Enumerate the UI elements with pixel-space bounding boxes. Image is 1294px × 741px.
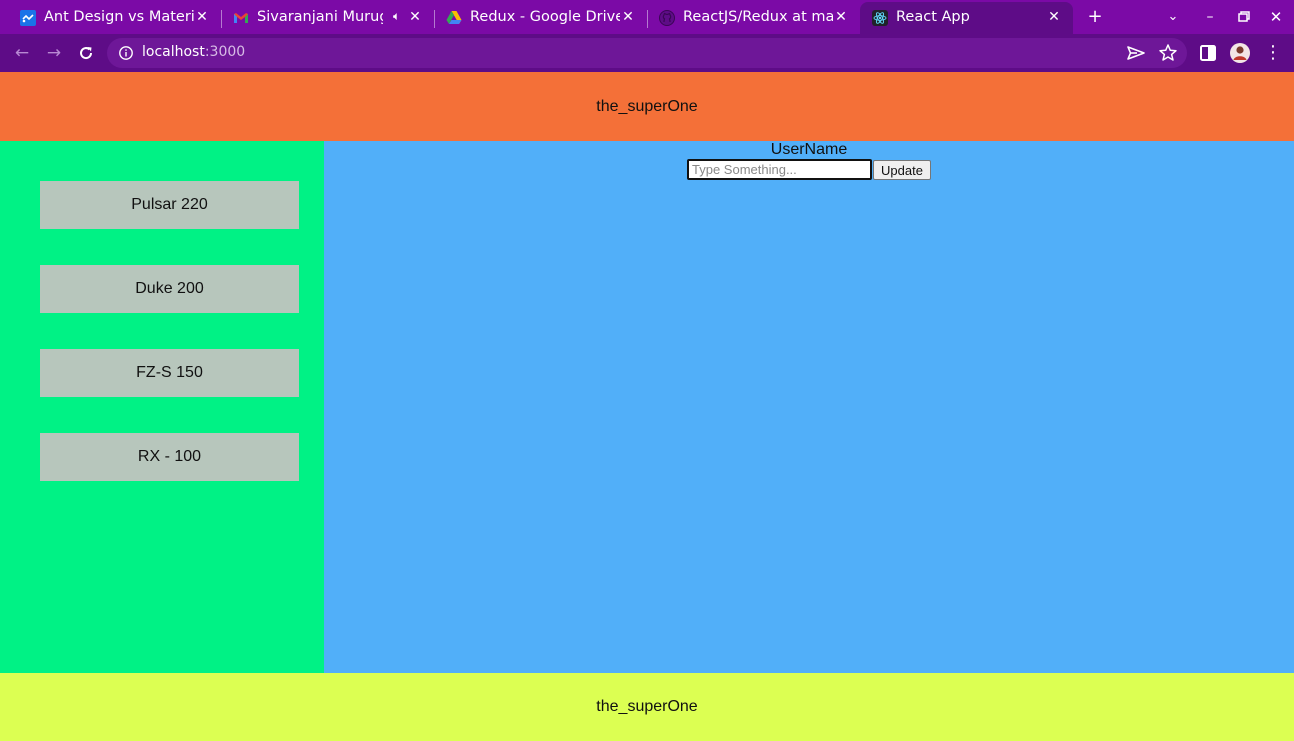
profile-avatar[interactable] xyxy=(1229,42,1251,64)
close-tab-icon[interactable]: ✕ xyxy=(406,8,424,26)
bookmark-star-icon[interactable] xyxy=(1157,42,1179,64)
url-port: :3000 xyxy=(204,44,246,60)
tabs-favicon xyxy=(20,10,36,26)
speaker-icon[interactable]: 🔈︎ xyxy=(393,9,400,24)
app-page: the_superOne Pulsar 220 Duke 200 FZ-S 15… xyxy=(0,72,1294,741)
close-tab-icon[interactable]: ✕ xyxy=(832,8,850,26)
sidebar-item-label: RX - 100 xyxy=(137,448,202,465)
tab-title: Redux - Google Drive xyxy=(470,9,620,25)
minimize-icon[interactable]: – xyxy=(1199,6,1221,28)
back-arrow-icon[interactable]: ← xyxy=(11,42,33,64)
username-label: UserName xyxy=(770,141,848,158)
tab-title: React App xyxy=(896,9,970,25)
reload-icon[interactable] xyxy=(75,42,97,64)
sidebar-item-rx-100[interactable]: RX - 100 xyxy=(40,433,299,481)
sidebar-item-duke-200[interactable]: Duke 200 xyxy=(40,265,299,313)
browser-tab-gmail[interactable]: Sivaranjani Murug 🔈︎ ✕ xyxy=(221,2,435,34)
sidebar-item-label: Duke 200 xyxy=(135,280,204,297)
send-icon[interactable] xyxy=(1125,42,1147,64)
update-button[interactable]: Update xyxy=(873,160,931,180)
app-footer: the_superOne xyxy=(0,673,1294,741)
browser-tab-google-drive[interactable]: Redux - Google Drive ✕ xyxy=(434,2,648,34)
tab-search-chevron-down-icon[interactable]: ⌄ xyxy=(1162,6,1184,28)
header-title: the_superOne xyxy=(596,97,698,115)
site-info-icon[interactable] xyxy=(118,45,134,61)
address-bar[interactable]: localhost:3000 xyxy=(107,38,1187,68)
close-tab-icon[interactable]: ✕ xyxy=(1045,8,1063,26)
browser-tab-react-app[interactable]: React App ✕ xyxy=(860,2,1073,34)
sidebar-item-label: Pulsar 220 xyxy=(131,196,208,213)
browser-tab-github[interactable]: ReactJS/Redux at mai ✕ xyxy=(647,2,860,34)
sidebar: Pulsar 220 Duke 200 FZ-S 150 RX - 100 xyxy=(0,141,324,673)
browser-tab-ant-design[interactable]: Ant Design vs Materia ✕ xyxy=(8,2,222,34)
sidebar-item-fz-s-150[interactable]: FZ-S 150 xyxy=(40,349,299,397)
github-favicon xyxy=(659,10,675,26)
url-text: localhost:3000 xyxy=(142,44,245,60)
side-panel-icon[interactable] xyxy=(1197,42,1219,64)
browser-tab-strip: Ant Design vs Materia ✕ Sivaranjani Muru… xyxy=(0,0,1294,34)
app-header: the_superOne xyxy=(0,72,1294,141)
google-drive-favicon xyxy=(446,11,462,24)
close-tab-icon[interactable]: ✕ xyxy=(619,8,637,26)
tab-title: Sivaranjani Murug xyxy=(257,9,383,25)
username-input[interactable] xyxy=(687,159,872,180)
gmail-favicon xyxy=(234,13,248,23)
close-tab-icon[interactable]: ✕ xyxy=(193,8,211,26)
browser-toolbar: ← → localhost:3000 ⋮ xyxy=(0,34,1294,72)
react-favicon xyxy=(872,10,888,26)
restore-window-icon[interactable] xyxy=(1232,6,1254,28)
new-tab-icon[interactable]: + xyxy=(1084,6,1106,28)
forward-arrow-icon[interactable]: → xyxy=(43,42,65,64)
tab-title: Ant Design vs Materia xyxy=(44,9,194,25)
main-content: UserName Update xyxy=(324,141,1294,673)
more-menu-icon[interactable]: ⋮ xyxy=(1262,42,1284,64)
sidebar-item-pulsar-220[interactable]: Pulsar 220 xyxy=(40,181,299,229)
url-host: localhost xyxy=(142,44,205,60)
sidebar-item-label: FZ-S 150 xyxy=(136,364,203,381)
footer-title: the_superOne xyxy=(596,698,698,715)
close-window-icon[interactable]: ✕ xyxy=(1265,6,1287,28)
tab-title: ReactJS/Redux at mai xyxy=(683,9,833,25)
